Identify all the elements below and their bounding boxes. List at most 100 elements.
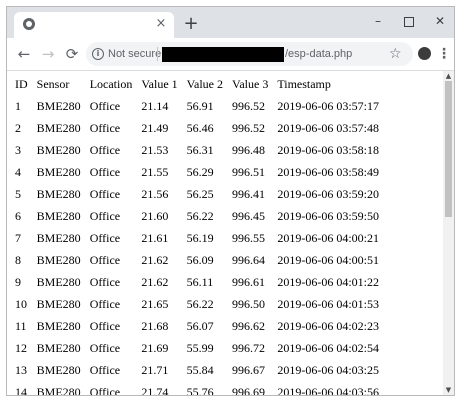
table-cell: 56.09 [186,252,214,267]
table-cell: BME280 [36,164,81,179]
back-button[interactable]: ← [14,44,34,64]
table-cell: 56.07 [186,318,214,333]
table-cell: 2019-06-06 03:58:49 [277,164,379,179]
table-cell: 996.61 [232,274,265,289]
table-row: 12 BME280 Office 21.69 55.99 996.72 2019-06-06… [15,337,388,359]
table-cell: 2019-06-06 03:59:20 [277,186,379,201]
browser-window: × + – ✕ ← → ⟳ i Not secure /esp-data.php… [6,6,455,396]
reload-button[interactable]: ⟳ [62,44,82,64]
table-cell: 2019-06-06 03:57:17 [277,98,379,113]
table-cell: BME280 [36,186,81,201]
table-cell: 996.45 [232,208,265,223]
table-cell: BME280 [36,252,81,267]
table-cell: 996.55 [232,230,265,245]
table-cell: 996.67 [232,362,265,377]
table-cell: 11 [15,318,27,333]
table-cell: Office [89,208,121,223]
table-cell: 21.14 [141,98,169,113]
table-cell: Office [89,120,121,135]
table-cell: 55.84 [186,362,214,377]
url-divider [157,47,158,61]
table-cell: 2019-06-06 04:03:56 [277,384,379,396]
table-cell: 56.22 [186,208,214,223]
table-cell: 21.53 [141,142,169,157]
scroll-up-arrow-icon[interactable]: ▲ [443,71,454,81]
table-cell: 13 [15,362,27,377]
table-row: 3 BME280 Office 21.53 56.31 996.48 2019-06-06 … [15,139,388,161]
vertical-scrollbar[interactable]: ▲ ▼ [443,71,454,395]
table-cell: 3 [15,142,21,157]
new-tab-button[interactable]: + [181,14,201,34]
table-cell: BME280 [36,120,81,135]
table-cell: Office [89,142,121,157]
table-cell: Office [89,274,121,289]
table-cell: Office [89,252,121,267]
table-cell: 2019-06-06 03:58:18 [277,142,379,157]
table-cell: Office [89,230,121,245]
table-cell: 2 [15,120,21,135]
table-row: 6 BME280 Office 21.60 56.22 996.45 2019-06-06 … [15,205,388,227]
table-cell: 2019-06-06 04:00:51 [277,252,379,267]
info-icon[interactable]: i [92,48,104,60]
table-row: 1 BME280 Office 21.14 56.91 996.52 2019-06-06 … [15,95,388,117]
table-cell: 56.19 [186,230,214,245]
table-row: 10 BME280 Office 21.65 56.22 996.50 2019-06-06… [15,293,388,315]
table-cell: 996.69 [232,384,265,396]
table-cell: 21.68 [141,318,169,333]
table-cell: Office [89,384,121,396]
table-cell: 56.29 [186,164,214,179]
table-cell: 2019-06-06 04:01:22 [277,274,379,289]
table-cell: 2019-06-06 04:02:54 [277,340,379,355]
table-cell: Office [89,318,121,333]
table-cell: 56.11 [186,274,214,289]
column-header: Value 3 [232,76,269,91]
tab-close-button[interactable]: × [154,16,168,32]
table-cell: 2019-06-06 03:57:48 [277,120,379,135]
table-cell: 56.31 [186,142,214,157]
table-cell: Office [89,164,121,179]
table-cell: 7 [15,230,21,245]
table-cell: 996.64 [232,252,265,267]
security-label[interactable]: Not secure [108,47,161,61]
maximize-button[interactable] [394,10,424,32]
table-row: 5 BME280 Office 21.56 56.25 996.41 2019-06-06 … [15,183,388,205]
redacted-host [162,47,284,62]
table-cell: 5 [15,186,21,201]
scroll-down-arrow-icon[interactable]: ▼ [443,385,454,395]
table-cell: Office [89,186,121,201]
table-cell: 4 [15,164,21,179]
address-bar[interactable]: i Not secure /esp-data.php ☆ [86,42,413,66]
table-row: 9 BME280 Office 21.62 56.11 996.61 2019-06-06 … [15,271,388,293]
close-window-button[interactable]: ✕ [425,10,454,32]
table-cell: 21.69 [141,340,169,355]
table-cell: 2019-06-06 04:02:23 [277,318,379,333]
table-cell: BME280 [36,142,81,157]
table-cell: Office [89,296,121,311]
table-cell: 21.60 [141,208,169,223]
table-cell: BME280 [36,230,81,245]
table-row: 14 BME280 Office 21.74 55.76 996.69 2019-06-06… [15,381,388,396]
table-cell: 21.62 [141,252,169,267]
table-cell: BME280 [36,274,81,289]
table-row: 13 BME280 Office 21.71 55.84 996.67 2019-06-06… [15,359,388,381]
maximize-icon [404,16,414,27]
browser-toolbar: ← → ⟳ i Not secure /esp-data.php ☆ ⋮ [7,38,454,71]
table-cell: 56.22 [186,296,214,311]
table-cell: 996.41 [232,186,265,201]
table-cell: 21.62 [141,274,169,289]
table-cell: 55.76 [186,384,214,396]
active-tab[interactable]: × [14,12,174,38]
minimize-button[interactable]: – [363,10,393,32]
bookmark-star-icon[interactable]: ☆ [389,45,402,63]
table-cell: Office [89,98,121,113]
url-path[interactable]: /esp-data.php [285,47,352,61]
table-row: 4 BME280 Office 21.55 56.29 996.51 2019-06-06 … [15,161,388,183]
table-row: 7 BME280 Office 21.61 56.19 996.55 2019-06-06 … [15,227,388,249]
profile-avatar-icon[interactable] [418,47,431,60]
kebab-menu-icon[interactable]: ⋮ [437,44,451,64]
table-cell: 2019-06-06 04:03:25 [277,362,379,377]
table-cell: 56.46 [186,120,214,135]
table-cell: 21.61 [141,230,169,245]
forward-button[interactable]: → [38,44,58,64]
scroll-thumb[interactable] [445,81,452,217]
